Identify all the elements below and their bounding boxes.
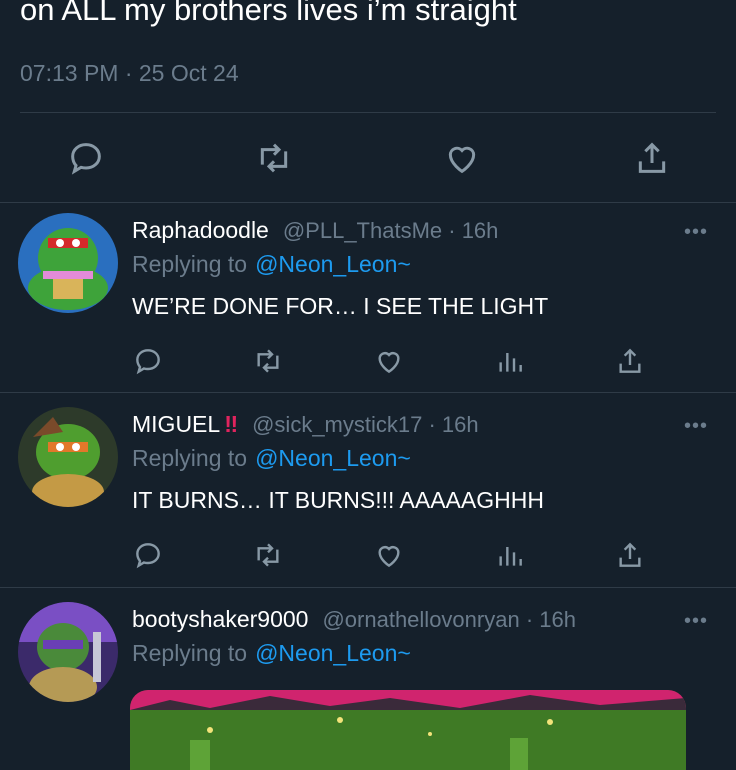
display-name[interactable]: Raphadoodle: [132, 217, 269, 243]
reply-media-image[interactable]: [130, 690, 686, 770]
reply-author: MIGUEL ‼ @sick_mystick17 · 16h: [132, 411, 479, 438]
share-icon[interactable]: [614, 345, 646, 377]
more-options-icon[interactable]: •••: [684, 610, 708, 633]
replying-label: Replying to: [132, 445, 248, 471]
replying-label: Replying to: [132, 251, 248, 277]
analytics-icon[interactable]: [494, 345, 526, 377]
retweet-icon[interactable]: [252, 539, 284, 571]
user-handle[interactable]: @PLL_ThatsMe: [283, 218, 442, 243]
reply-item[interactable]: MIGUEL ‼ @sick_mystick17 · 16h ••• Replyin…: [0, 393, 736, 586]
analytics-icon[interactable]: [494, 539, 526, 571]
replying-to: Replying to @Neon_Leon~: [132, 251, 411, 278]
tweet-timestamp: 07:13 PM · 25 Oct 24: [20, 60, 239, 86]
reply-author: bootyshaker9000 @ornathellovonryan · 16h: [132, 606, 576, 633]
replying-to: Replying to @Neon_Leon~: [132, 445, 411, 472]
user-handle[interactable]: @sick_mystick17: [252, 412, 422, 437]
reply-item[interactable]: bootyshaker9000 @ornathellovonryan · 16h …: [0, 588, 736, 770]
replying-to: Replying to @Neon_Leon~: [132, 640, 411, 667]
more-options-icon[interactable]: •••: [684, 415, 708, 438]
reply-time: · 16h: [422, 412, 479, 437]
mention-link[interactable]: @Neon_Leon~: [255, 640, 411, 666]
avatar[interactable]: [18, 407, 118, 507]
share-icon[interactable]: [614, 539, 646, 571]
reply-icon[interactable]: [132, 539, 164, 571]
retweet-icon[interactable]: [254, 138, 294, 178]
reply-text: WE’RE DONE FOR… I SEE THE LIGHT: [132, 293, 549, 319]
reply-item[interactable]: Raphadoodle @PLL_ThatsMe · 16h ••• Replyi…: [0, 203, 736, 391]
reply-icon[interactable]: [66, 138, 106, 178]
avatar[interactable]: [18, 602, 118, 702]
user-handle[interactable]: @ornathellovonryan: [322, 607, 519, 632]
reply-time: · 16h: [519, 607, 576, 632]
reply-time: · 16h: [442, 218, 499, 243]
like-icon[interactable]: [442, 138, 482, 178]
tweet-text: on ALL my brothers lives i’m straight: [20, 0, 517, 27]
like-icon[interactable]: [373, 345, 405, 377]
display-name[interactable]: MIGUEL: [132, 411, 220, 437]
share-icon[interactable]: [632, 138, 672, 178]
reply-icon[interactable]: [132, 345, 164, 377]
mention-link[interactable]: @Neon_Leon~: [255, 445, 411, 471]
like-icon[interactable]: [373, 539, 405, 571]
reply-author: Raphadoodle @PLL_ThatsMe · 16h: [132, 217, 498, 244]
double-exclamation-icon: ‼: [224, 411, 239, 437]
reply-text: IT BURNS… IT BURNS!!! AAAAAGHHH: [132, 487, 544, 513]
mention-link[interactable]: @Neon_Leon~: [255, 251, 411, 277]
retweet-icon[interactable]: [252, 345, 284, 377]
avatar[interactable]: [18, 213, 118, 313]
replying-label: Replying to: [132, 640, 248, 666]
divider: [20, 112, 716, 113]
display-name[interactable]: bootyshaker9000: [132, 606, 308, 632]
more-options-icon[interactable]: •••: [684, 221, 708, 244]
